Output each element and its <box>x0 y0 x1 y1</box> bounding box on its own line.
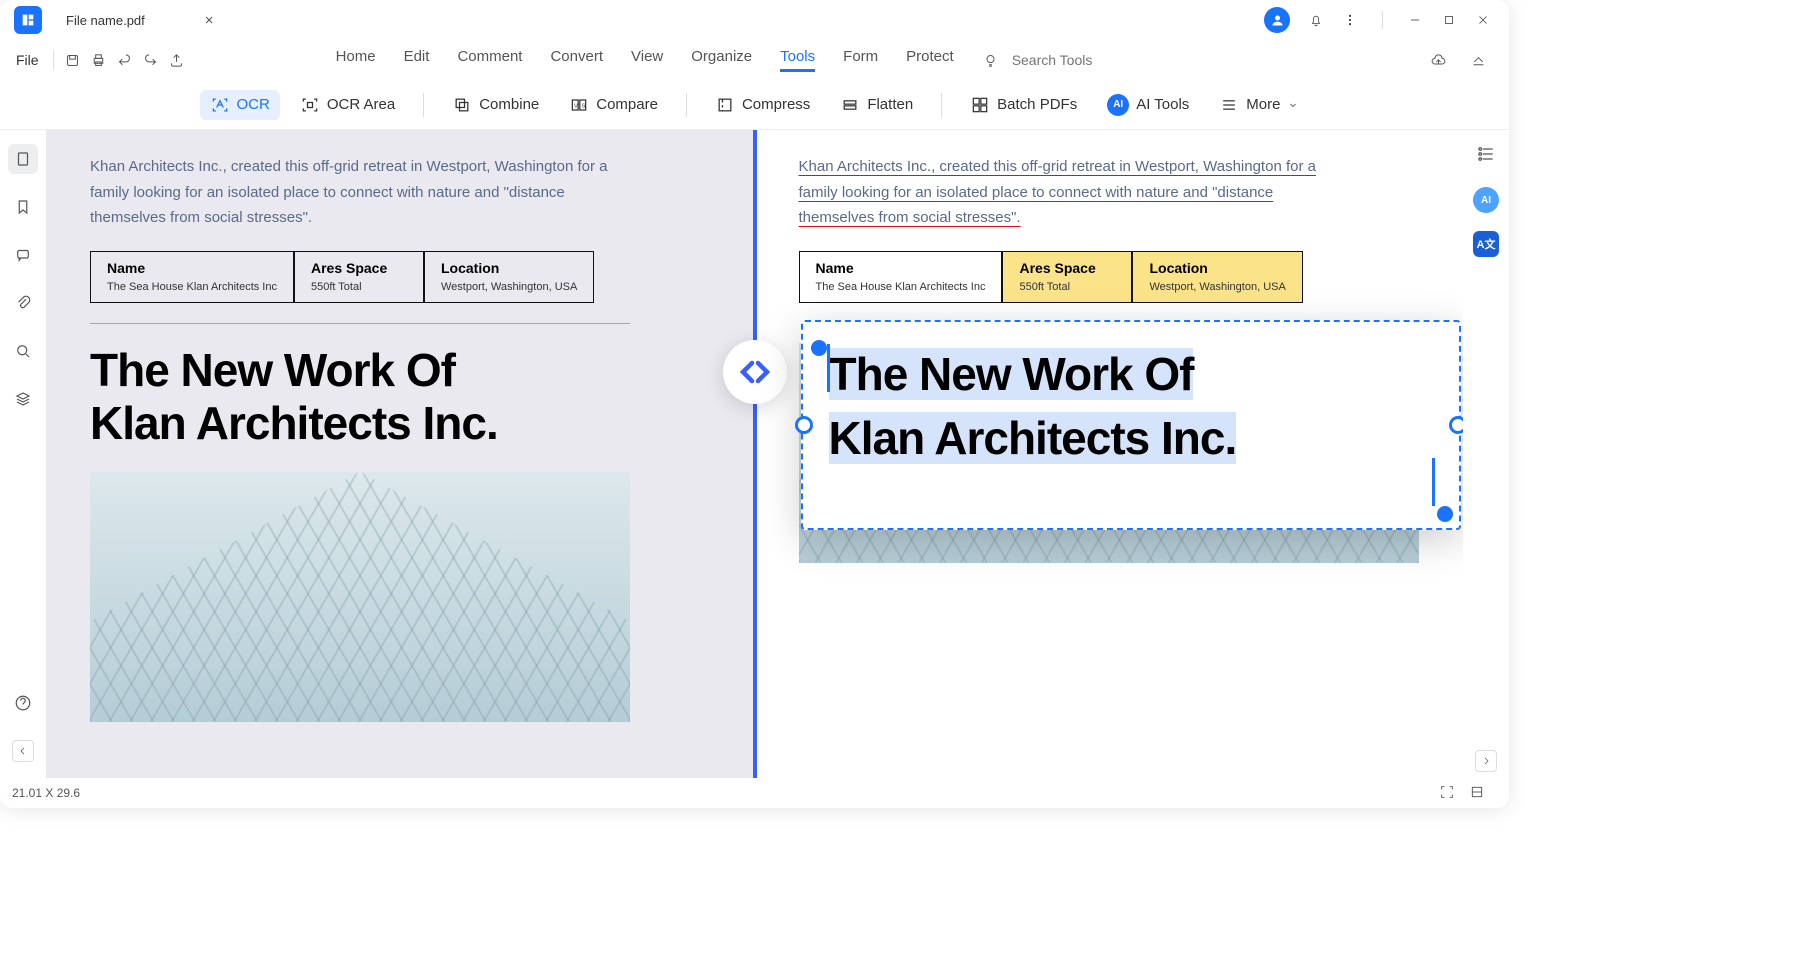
info-table-ocr: NameThe Sea House Klan Architects Inc Ar… <box>799 251 1420 303</box>
notifications-icon[interactable] <box>1308 12 1324 28</box>
collapse-ribbon-icon[interactable] <box>1465 47 1491 73</box>
save-icon[interactable] <box>60 47 86 73</box>
svg-text:S: S <box>582 103 586 109</box>
ocr-area-button[interactable]: OCR Area <box>290 90 405 120</box>
share-icon[interactable] <box>164 47 190 73</box>
menu-tab-organize[interactable]: Organize <box>691 48 752 72</box>
left-sidebar <box>0 130 46 778</box>
menu-tab-convert[interactable]: Convert <box>550 48 603 72</box>
tab-filename: File name.pdf <box>66 13 145 28</box>
menu-tab-comment[interactable]: Comment <box>457 48 522 72</box>
quick-toolbar: File Home Edit Comment Convert View Orga… <box>0 40 1509 80</box>
divider <box>1382 11 1383 29</box>
help-icon[interactable] <box>8 688 38 718</box>
ai-tools-button[interactable]: AIAI Tools <box>1097 89 1199 121</box>
divider <box>53 51 54 69</box>
compress-button[interactable]: Compress <box>705 90 820 120</box>
kebab-menu-icon[interactable] <box>1342 12 1358 28</box>
topbar-right <box>1425 47 1501 73</box>
document-tab[interactable]: File name.pdf × <box>50 4 230 36</box>
app-logo-icon <box>14 6 42 34</box>
svg-text:V: V <box>574 103 578 109</box>
selection-handle-tl[interactable] <box>811 340 827 356</box>
bookmarks-icon[interactable] <box>8 192 38 222</box>
maximize-button[interactable] <box>1441 12 1457 28</box>
divider <box>90 323 630 324</box>
view-mode-icon[interactable] <box>1469 784 1485 803</box>
layers-icon[interactable] <box>8 384 38 414</box>
tools-ribbon: OCR OCR Area Combine VSCompare Compress … <box>0 80 1509 130</box>
redo-icon[interactable] <box>138 47 164 73</box>
fit-page-icon[interactable] <box>1439 784 1455 803</box>
status-bar: 21.01 X 29.6 <box>0 778 1509 808</box>
cloud-upload-icon[interactable] <box>1425 47 1451 73</box>
menu-tab-home[interactable]: Home <box>336 48 376 72</box>
file-menu-button[interactable]: File <box>8 48 47 72</box>
intro-paragraph: Khan Architects Inc., created this off-g… <box>90 154 630 231</box>
ai-badge-icon: AI <box>1107 94 1129 116</box>
divider <box>941 93 942 117</box>
translate-icon[interactable]: A文 <box>1473 231 1499 257</box>
close-tab-icon[interactable]: × <box>205 12 214 29</box>
selection-handle-ml[interactable] <box>795 416 813 434</box>
main-menu-tabs: Home Edit Comment Convert View Organize … <box>336 48 954 72</box>
split-divider[interactable] <box>753 130 757 778</box>
selection-handle-br[interactable] <box>1437 506 1453 522</box>
split-handle-icon[interactable] <box>723 340 787 404</box>
selection-caret-start[interactable] <box>827 344 830 392</box>
document-title: The New Work OfKlan Architects Inc. <box>90 344 711 450</box>
info-table: NameThe Sea House Klan Architects Inc Ar… <box>90 251 711 303</box>
collapse-right-panel-icon[interactable] <box>1475 750 1497 772</box>
building-image <box>90 472 630 722</box>
combine-button[interactable]: Combine <box>442 90 549 120</box>
undo-icon[interactable] <box>112 47 138 73</box>
menu-tab-protect[interactable]: Protect <box>906 48 954 72</box>
comments-icon[interactable] <box>8 240 38 270</box>
collapse-left-panel-icon[interactable] <box>12 740 34 762</box>
minimize-button[interactable] <box>1407 12 1423 28</box>
search-tools-input[interactable] <box>1012 52 1132 68</box>
batch-pdfs-button[interactable]: Batch PDFs <box>960 90 1087 120</box>
thumbnails-icon[interactable] <box>8 144 38 174</box>
ocr-result-pane: Khan Architects Inc., created this off-g… <box>755 130 1464 778</box>
selection-handle-mr[interactable] <box>1449 416 1464 434</box>
customize-toolbar-icon[interactable] <box>190 47 216 73</box>
print-icon[interactable] <box>86 47 112 73</box>
menu-tab-form[interactable]: Form <box>843 48 878 72</box>
compare-button[interactable]: VSCompare <box>559 90 668 120</box>
title-bar-right <box>1264 7 1503 33</box>
page-coords: 21.01 X 29.6 <box>12 786 80 800</box>
selected-text-line2[interactable]: Klan Architects Inc. <box>829 412 1237 464</box>
ai-assistant-icon[interactable]: AI <box>1473 187 1499 213</box>
divider <box>423 93 424 117</box>
user-avatar-icon[interactable] <box>1264 7 1290 33</box>
flatten-button[interactable]: Flatten <box>830 90 923 120</box>
close-window-button[interactable] <box>1475 12 1491 28</box>
divider <box>686 93 687 117</box>
menu-tab-view[interactable]: View <box>631 48 663 72</box>
search-tools <box>978 47 1132 73</box>
right-sidebar: AI A文 <box>1463 130 1509 257</box>
intro-paragraph-ocr[interactable]: Khan Architects Inc., created this off-g… <box>799 154 1339 231</box>
ocr-button[interactable]: OCR <box>200 90 280 120</box>
selection-caret-end[interactable] <box>1432 458 1435 506</box>
selected-text-line1[interactable]: The New Work Of <box>829 348 1194 400</box>
menu-tab-edit[interactable]: Edit <box>404 48 430 72</box>
text-selection-box[interactable]: The New Work Of Klan Architects Inc. <box>801 320 1461 530</box>
properties-icon[interactable] <box>1476 144 1496 169</box>
lightbulb-icon <box>978 47 1004 73</box>
more-button[interactable]: More <box>1209 90 1309 120</box>
menu-tab-tools[interactable]: Tools <box>780 48 815 72</box>
title-bar: File name.pdf × <box>0 0 1509 40</box>
search-icon[interactable] <box>8 336 38 366</box>
document-compare-view: Khan Architects Inc., created this off-g… <box>46 130 1463 778</box>
attachments-icon[interactable] <box>8 288 38 318</box>
original-document-pane: Khan Architects Inc., created this off-g… <box>46 130 755 778</box>
